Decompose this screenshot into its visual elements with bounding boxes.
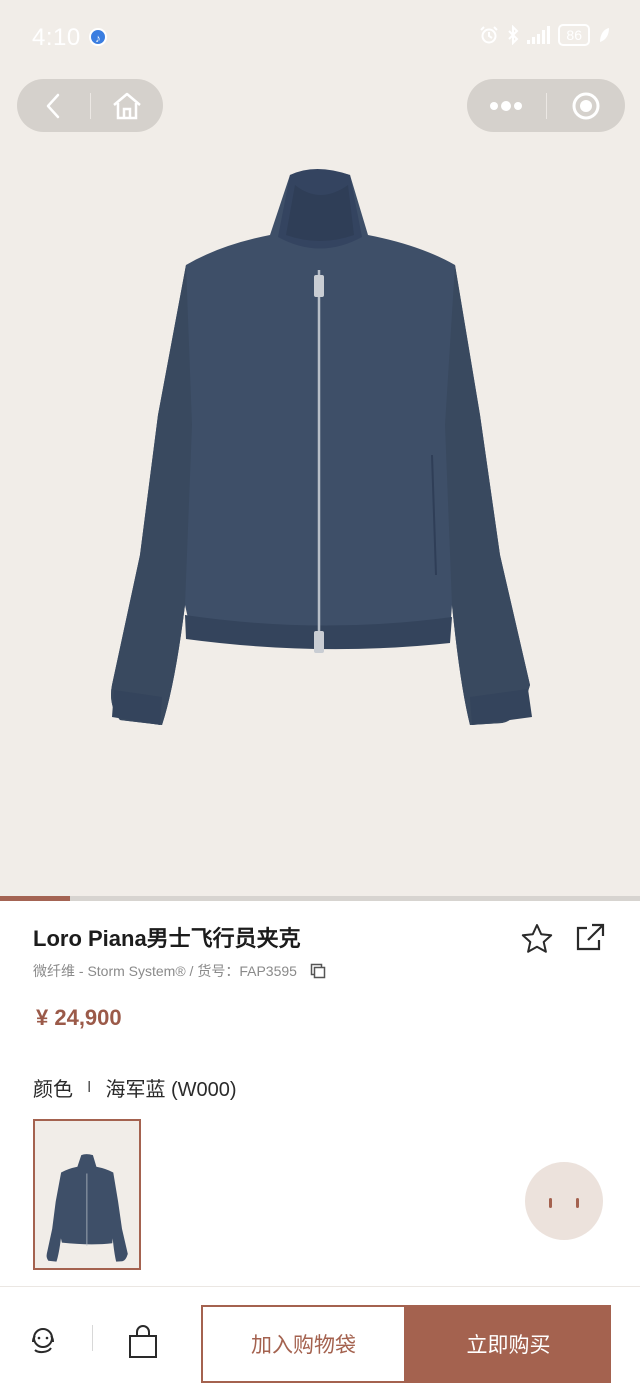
bottom-action-bar: 加入购物袋 立即购买 [0,1286,640,1383]
bottom-divider [92,1325,93,1351]
customer-service-icon[interactable] [27,1324,59,1356]
color-value: 海军蓝 (W000) [105,1079,237,1101]
home-button[interactable] [91,79,164,132]
more-button[interactable] [467,79,546,132]
color-separator: I [87,1078,92,1096]
back-button[interactable] [17,79,90,132]
music-icon: ♪ [89,28,107,46]
leaf-icon [600,28,609,42]
product-title: Loro Piana男士飞行员夹克 [33,926,301,951]
shopping-bag-icon[interactable] [127,1325,159,1359]
share-icon[interactable] [573,921,607,955]
status-icons: 86 [479,24,610,46]
color-swatch-navy[interactable] [33,1119,141,1270]
swatch-jacket-image [46,1154,128,1262]
add-to-cart-button[interactable]: 加入购物袋 [201,1305,406,1383]
product-image [111,169,532,725]
product-subtitle: 微纤维 - Storm System® / 货号：FAP3595 [33,961,326,981]
product-sku-text: 微纤维 - Storm System® / 货号：FAP3595 [33,963,297,979]
chat-eye-right [576,1198,579,1208]
product-image-gallery[interactable]: 4:10 ♪ 86 [0,0,640,898]
buy-now-button[interactable]: 立即购买 [406,1305,611,1383]
close-miniprogram-button[interactable] [547,79,626,132]
color-label: 颜色 [33,1079,73,1101]
chat-eye-left [549,1198,552,1208]
more-icon [490,100,523,111]
nav-pill-left [17,79,163,132]
signal-icon [527,26,551,44]
star-icon[interactable] [519,921,555,957]
home-icon [112,92,141,119]
bluetooth-icon [508,25,519,45]
copy-icon[interactable] [310,963,326,979]
alarm-icon [480,26,499,44]
status-time: 4:10 [32,24,81,51]
color-selector-label: 颜色 I 海军蓝 (W000) [33,1073,237,1102]
target-icon [572,92,600,119]
product-price: ¥ 24,900 [36,1005,122,1030]
back-icon [47,93,60,118]
chat-assistant-button[interactable] [525,1162,603,1240]
status-bar: 4:10 ♪ 86 [0,0,640,72]
battery-indicator: 86 [558,24,590,46]
nav-pill-right [467,79,625,132]
